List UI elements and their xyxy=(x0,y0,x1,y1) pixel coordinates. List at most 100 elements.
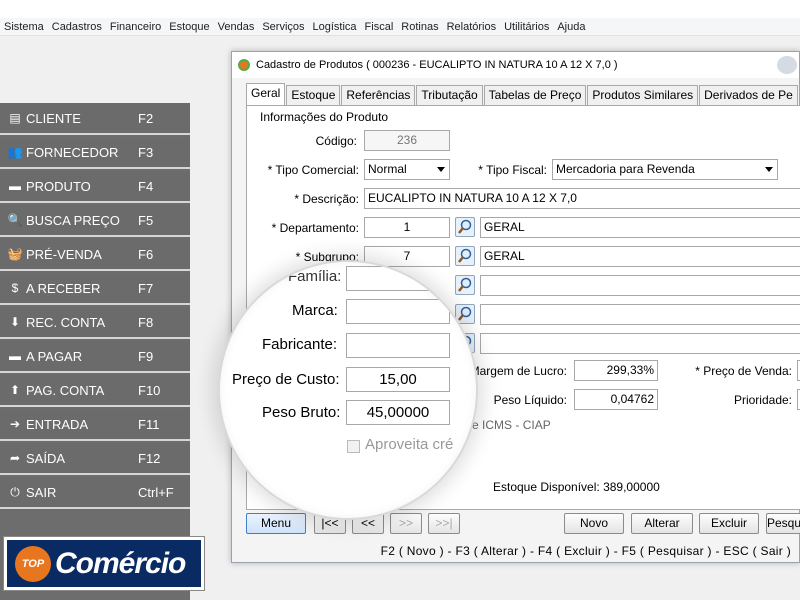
menu-rotinas[interactable]: Rotinas xyxy=(401,21,438,33)
novo-button[interactable]: Novo xyxy=(564,513,624,534)
subgrupo-name-field[interactable]: GERAL xyxy=(480,246,800,267)
chevron-down-icon xyxy=(765,167,773,172)
menu-bar: Sistema Cadastros Financeiro Estoque Ven… xyxy=(0,18,800,36)
peso-bruto-label: Peso Bruto: xyxy=(262,404,341,421)
sidebar-item-a-pagar[interactable]: ▬ A PAGAR F9 xyxy=(0,341,190,373)
pesquisar-button[interactable]: Pesqu xyxy=(766,513,800,534)
sign-in-icon: ➔ xyxy=(9,417,21,431)
marca-code-field[interactable] xyxy=(346,299,450,324)
margem-field[interactable]: 299,33% xyxy=(574,360,658,381)
download-icon: ⬇ xyxy=(9,315,21,329)
fabricante-name-field[interactable] xyxy=(480,333,800,354)
sidebar-item-key: F5 xyxy=(138,212,154,228)
menu-cadastros[interactable]: Cadastros xyxy=(52,21,102,33)
departamento-label: * Departamento: xyxy=(271,221,359,235)
tipo-comercial-select[interactable]: Normal xyxy=(364,159,450,180)
document-icon: ▤ xyxy=(9,111,21,125)
menu-servicos[interactable]: Serviços xyxy=(262,21,304,33)
tab-estoque[interactable]: Estoque xyxy=(286,85,341,105)
next-record-button[interactable]: >> xyxy=(390,513,422,534)
descricao-field[interactable]: EUCALIPTO IN NATURA 10 A 12 X 7,0 xyxy=(364,188,800,209)
tab-geral[interactable]: Geral xyxy=(246,83,286,105)
menu-financeiro[interactable]: Financeiro xyxy=(110,21,161,33)
basket-icon: 🧺 xyxy=(7,247,23,261)
upload-icon: ⬆ xyxy=(9,383,21,397)
subgrupo-search-icon[interactable] xyxy=(455,246,475,266)
sidebar-item-sair[interactable]: ⏻ SAIR Ctrl+F xyxy=(0,477,190,509)
sidebar-item-busca-preco[interactable]: 🔍 BUSCA PREÇO F5 xyxy=(0,205,190,237)
sidebar-item-label: ENTRADA xyxy=(26,416,89,432)
familia-label: Família: xyxy=(288,268,342,285)
sidebar-item-key: F8 xyxy=(138,314,154,330)
sidebar-item-saida[interactable]: ➦ SAÍDA F12 xyxy=(0,443,190,475)
menu-sistema[interactable]: Sistema xyxy=(4,21,44,33)
sidebar-item-label: PAG. CONTA xyxy=(26,382,105,398)
prioridade-label: Prioridade: xyxy=(733,393,792,407)
menu-estoque[interactable]: Estoque xyxy=(169,21,209,33)
excluir-button[interactable]: Excluir xyxy=(699,513,759,534)
sidebar-item-entrada[interactable]: ➔ ENTRADA F11 xyxy=(0,409,190,441)
section-title: Informações do Produto xyxy=(260,110,389,124)
menu-fiscal[interactable]: Fiscal xyxy=(365,21,394,33)
menu-vendas[interactable]: Vendas xyxy=(218,21,255,33)
familia-code-field[interactable] xyxy=(346,266,450,291)
preco-venda-label: * Preço de Venda: xyxy=(695,364,792,378)
departamento-code-field[interactable]: 1 xyxy=(364,217,450,238)
codigo-field[interactable]: 236 xyxy=(364,130,450,151)
sidebar-item-label: FORNECEDOR xyxy=(26,144,119,160)
logo-badge: TOP xyxy=(15,545,51,582)
chevron-down-icon xyxy=(437,167,445,172)
departamento-name-field[interactable]: GERAL xyxy=(480,217,800,238)
tipo-fiscal-select[interactable]: Mercadoria para Revenda xyxy=(552,159,778,180)
preco-custo-label: Preço de Custo: xyxy=(232,371,340,388)
sidebar-item-rec-conta[interactable]: ⬇ REC. CONTA F8 xyxy=(0,307,190,339)
tab-referencias[interactable]: Referências xyxy=(341,85,416,105)
tipo-comercial-label: * Tipo Comercial: xyxy=(267,163,359,177)
departamento-search-icon[interactable] xyxy=(455,217,475,237)
sidebar-item-key: F7 xyxy=(138,280,154,296)
logo-text: Comércio xyxy=(55,546,186,580)
shortcut-panel: ▤ CLIENTE F2 👥 FORNECEDOR F3 ▬ PRODUTO F4 🔍 BUS… xyxy=(0,103,190,600)
sidebar-item-pre-venda[interactable]: 🧺 PRÉ-VENDA F6 xyxy=(0,239,190,271)
preco-custo-field[interactable]: 15,00 xyxy=(346,367,450,392)
sidebar-item-produto[interactable]: ▬ PRODUTO F4 xyxy=(0,171,190,203)
marca-label: Marca: xyxy=(292,302,338,319)
shortcut-statusbar: F2 ( Novo ) - F3 ( Alterar ) - F4 ( Excl… xyxy=(380,544,791,558)
menu-logistica[interactable]: Logística xyxy=(313,21,357,33)
familia-name-field[interactable] xyxy=(480,275,800,296)
sidebar-item-key: F4 xyxy=(138,178,154,194)
tab-tabelas-preco[interactable]: Tabelas de Preço xyxy=(483,85,587,105)
tab-produtos-similares[interactable]: Produtos Similares xyxy=(587,85,699,105)
sidebar-item-key: F12 xyxy=(138,450,161,466)
tab-derivados[interactable]: Derivados de Pe xyxy=(699,85,798,105)
window-control-icon[interactable] xyxy=(777,56,797,74)
menu-utilitarios[interactable]: Utilitários xyxy=(504,21,549,33)
tab-tributacao[interactable]: Tributação xyxy=(416,85,483,105)
window-title: Cadastro de Produtos ( 000236 - EUCALIPT… xyxy=(256,59,618,71)
sidebar-item-label: CLIENTE xyxy=(26,110,81,126)
descricao-label: * Descrição: xyxy=(294,192,359,206)
familia-search-icon[interactable] xyxy=(455,275,475,295)
sidebar-item-key: F3 xyxy=(138,144,154,160)
menu-ajuda[interactable]: Ajuda xyxy=(557,21,585,33)
sidebar-item-a-receber[interactable]: $ A RECEBER F7 xyxy=(0,273,190,305)
sidebar-item-label: BUSCA PREÇO xyxy=(26,212,120,228)
peso-bruto-field[interactable]: 45,00000 xyxy=(346,400,450,425)
alterar-button[interactable]: Alterar xyxy=(631,513,693,534)
sidebar-item-fornecedor[interactable]: 👥 FORNECEDOR F3 xyxy=(0,137,190,169)
fabricante-code-field[interactable] xyxy=(346,333,450,358)
sidebar-item-key: Ctrl+F xyxy=(138,484,174,500)
brand-logo: TOP Comércio xyxy=(4,537,204,590)
menu-button[interactable]: Menu xyxy=(246,513,306,534)
tipo-comercial-value: Normal xyxy=(368,162,407,176)
card-icon: ▬ xyxy=(9,349,21,363)
app-icon xyxy=(238,59,250,71)
sidebar-item-key: F2 xyxy=(138,110,154,126)
aproveita-credito-checkbox[interactable] xyxy=(347,440,360,453)
sidebar-item-pag-conta[interactable]: ⬆ PAG. CONTA F10 xyxy=(0,375,190,407)
peso-liquido-field[interactable]: 0,04762 xyxy=(574,389,658,410)
last-record-button[interactable]: >>| xyxy=(428,513,460,534)
sidebar-item-cliente[interactable]: ▤ CLIENTE F2 xyxy=(0,103,190,135)
marca-name-field[interactable] xyxy=(480,304,800,325)
menu-relatorios[interactable]: Relatórios xyxy=(447,21,497,33)
